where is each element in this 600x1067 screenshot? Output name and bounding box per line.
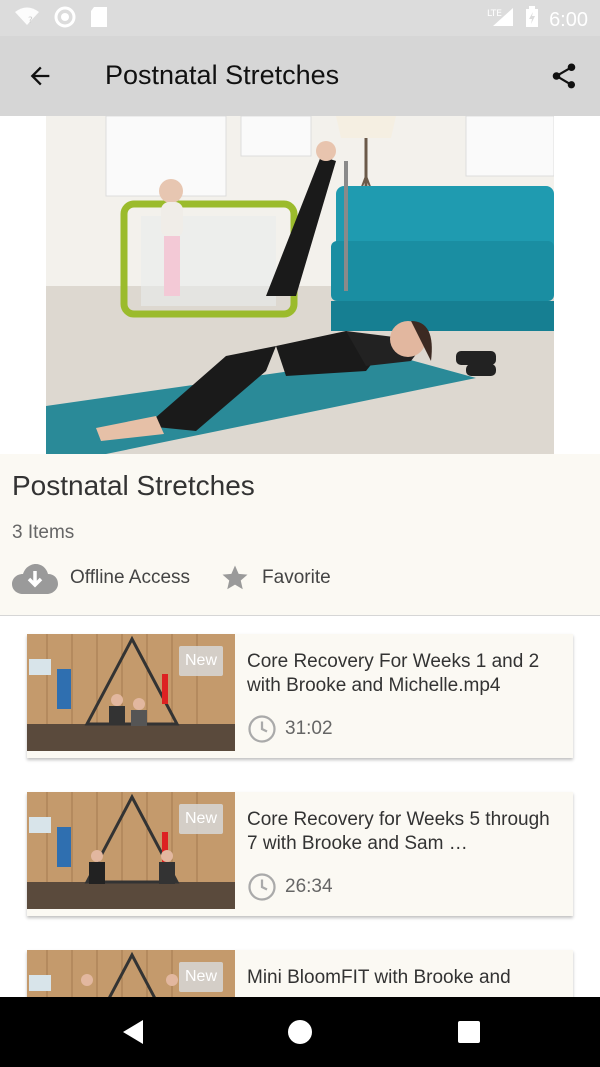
cloud-download-icon bbox=[12, 564, 58, 594]
clock-icon bbox=[248, 715, 276, 743]
status-right: LTE 6:00 bbox=[487, 6, 588, 34]
offline-access-button[interactable]: Offline Access bbox=[12, 562, 190, 594]
status-left-icons: ? bbox=[14, 6, 108, 33]
app-bar: Postnatal Stretches bbox=[0, 36, 600, 116]
triangle-back-icon bbox=[123, 1020, 143, 1044]
star-icon bbox=[222, 565, 248, 590]
hero-section bbox=[0, 116, 600, 454]
hero-image bbox=[46, 116, 554, 454]
new-badge: New bbox=[178, 646, 223, 676]
signal-icon: LTE bbox=[487, 6, 515, 34]
system-nav-bar bbox=[0, 997, 600, 1067]
list-item[interactable]: New Core Recovery for Weeks 5 through 7 … bbox=[27, 792, 573, 916]
duration-text: 26:34 bbox=[285, 876, 333, 897]
wifi-icon: ? bbox=[14, 7, 40, 32]
battery-icon bbox=[525, 6, 539, 34]
back-button[interactable] bbox=[22, 58, 58, 94]
item-count: 3 Items bbox=[12, 522, 75, 543]
status-bar: ? LTE 6:00 bbox=[0, 0, 600, 36]
nav-recents-button[interactable] bbox=[454, 1017, 484, 1047]
page-title: Postnatal Stretches bbox=[105, 60, 340, 90]
video-title: Core Recovery For Weeks 1 and 2 with Bro… bbox=[247, 651, 540, 696]
share-button[interactable] bbox=[546, 58, 582, 94]
offline-access-label: Offline Access bbox=[70, 567, 191, 588]
favorite-label: Favorite bbox=[262, 567, 331, 588]
video-list: New Core Recovery For Weeks 1 and 2 with… bbox=[0, 616, 600, 997]
video-title: Core Recovery for Weeks 5 through 7 with… bbox=[247, 809, 550, 854]
video-duration: 31:02 bbox=[247, 714, 333, 744]
svg-text:?: ? bbox=[28, 16, 33, 26]
video-duration: 26:34 bbox=[247, 872, 333, 902]
video-thumbnail: New bbox=[27, 634, 235, 751]
arrow-left-icon bbox=[30, 66, 50, 86]
list-item[interactable]: New Core Recovery For Weeks 1 and 2 with… bbox=[27, 634, 573, 758]
svg-text:LTE: LTE bbox=[487, 9, 502, 19]
video-thumbnail: New bbox=[27, 792, 235, 909]
clock-icon bbox=[248, 873, 276, 901]
nav-home-button[interactable] bbox=[285, 1017, 315, 1047]
video-thumbnail: New bbox=[27, 950, 235, 997]
share-icon bbox=[552, 63, 576, 89]
nav-back-button[interactable] bbox=[118, 1017, 148, 1047]
square-recents-icon bbox=[458, 1021, 480, 1043]
action-row: Offline Access Favorite bbox=[12, 562, 361, 594]
new-badge: New bbox=[178, 962, 223, 992]
circle-home-icon bbox=[288, 1020, 312, 1044]
list-item[interactable]: New Mini BloomFIT with Brooke and bbox=[27, 950, 573, 997]
collection-title: Postnatal Stretches bbox=[12, 470, 255, 501]
duration-text: 31:02 bbox=[285, 718, 333, 739]
new-badge: New bbox=[178, 804, 223, 834]
video-title: Mini BloomFIT with Brooke and bbox=[247, 967, 511, 988]
collection-info: Postnatal Stretches 3 Items Offline Acce… bbox=[0, 454, 600, 616]
favorite-button[interactable]: Favorite bbox=[220, 563, 331, 593]
status-time: 6:00 bbox=[549, 8, 588, 31]
sd-card-icon bbox=[90, 6, 108, 33]
record-icon bbox=[54, 6, 76, 33]
